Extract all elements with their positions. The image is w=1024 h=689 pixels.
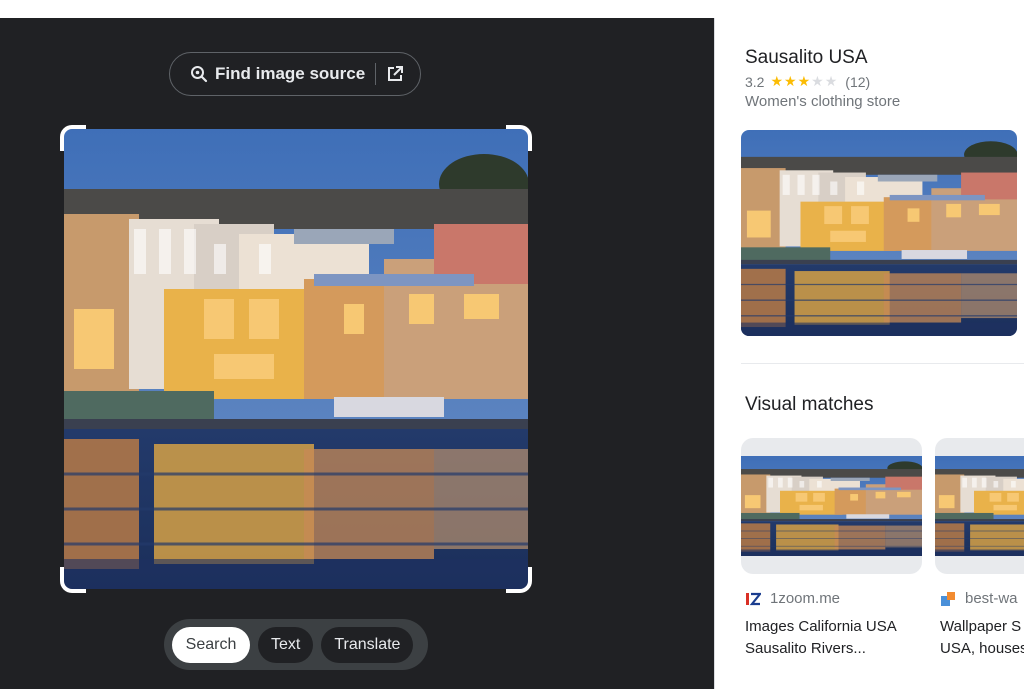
visual-match-thumbnail: [935, 456, 1024, 556]
star-filled-icon: ★: [784, 73, 798, 89]
visual-match-title[interactable]: Images California USA Sausalito Rivers..…: [745, 616, 897, 660]
visual-match-card[interactable]: [935, 438, 1024, 574]
rating-value: 3.2: [745, 73, 765, 90]
title-line: Images California USA: [745, 618, 897, 635]
open-external-icon[interactable]: [386, 65, 404, 83]
crop-handle-top-right[interactable]: [506, 125, 532, 151]
visual-match-card[interactable]: [741, 438, 922, 574]
section-divider: [741, 363, 1024, 364]
star-rating: ★★★★★: [770, 73, 838, 90]
crop-handle-bottom-right[interactable]: [506, 567, 532, 593]
top-bar: [0, 0, 1024, 18]
find-image-source-label: Find image source: [215, 64, 366, 83]
rating-row: 3.2 ★★★★★ (12): [745, 73, 870, 90]
mode-text-button[interactable]: Text: [258, 626, 314, 663]
lens-mode-selector: Search Text Translate: [164, 619, 428, 670]
star-empty-icon: ★: [824, 73, 839, 89]
visual-match-thumbnail: [741, 456, 922, 556]
best-wallpaper-favicon: [940, 591, 956, 607]
1zoom-favicon: [745, 591, 761, 607]
search-image: [64, 129, 528, 589]
visual-match-title[interactable]: Wallpaper S USA, houses: [940, 616, 1024, 660]
star-empty-icon: ★: [811, 73, 825, 89]
star-filled-icon: ★: [770, 73, 785, 89]
visual-match-source[interactable]: 1zoom.me: [745, 590, 840, 607]
divider: [375, 63, 377, 85]
results-panel: Sausalito USA 3.2 ★★★★★ (12) Women's clo…: [715, 18, 1024, 689]
visual-matches-heading: Visual matches: [745, 394, 874, 415]
mode-translate-button[interactable]: Translate: [321, 626, 414, 663]
visual-match-source[interactable]: best-wa: [940, 590, 1018, 607]
find-image-source-button[interactable]: Find image source: [169, 52, 421, 96]
source-name: 1zoom.me: [770, 590, 841, 607]
mode-search-button[interactable]: Search: [172, 626, 250, 663]
lens-search-icon: [190, 65, 208, 83]
star-filled-icon: ★: [797, 73, 812, 89]
source-name: best-wa: [965, 590, 1018, 607]
place-photo[interactable]: [741, 130, 1017, 336]
image-crop-area[interactable]: [60, 125, 532, 593]
review-count[interactable]: (12): [845, 74, 870, 90]
title-line: USA, houses: [940, 640, 1024, 657]
place-category: Women's clothing store: [745, 93, 901, 110]
crop-handle-bottom-left[interactable]: [60, 567, 86, 593]
title-line: Sausalito Rivers...: [745, 640, 866, 657]
title-line: Wallpaper S: [940, 618, 1022, 635]
place-title[interactable]: Sausalito USA: [745, 47, 868, 69]
crop-handle-top-left[interactable]: [60, 125, 86, 151]
